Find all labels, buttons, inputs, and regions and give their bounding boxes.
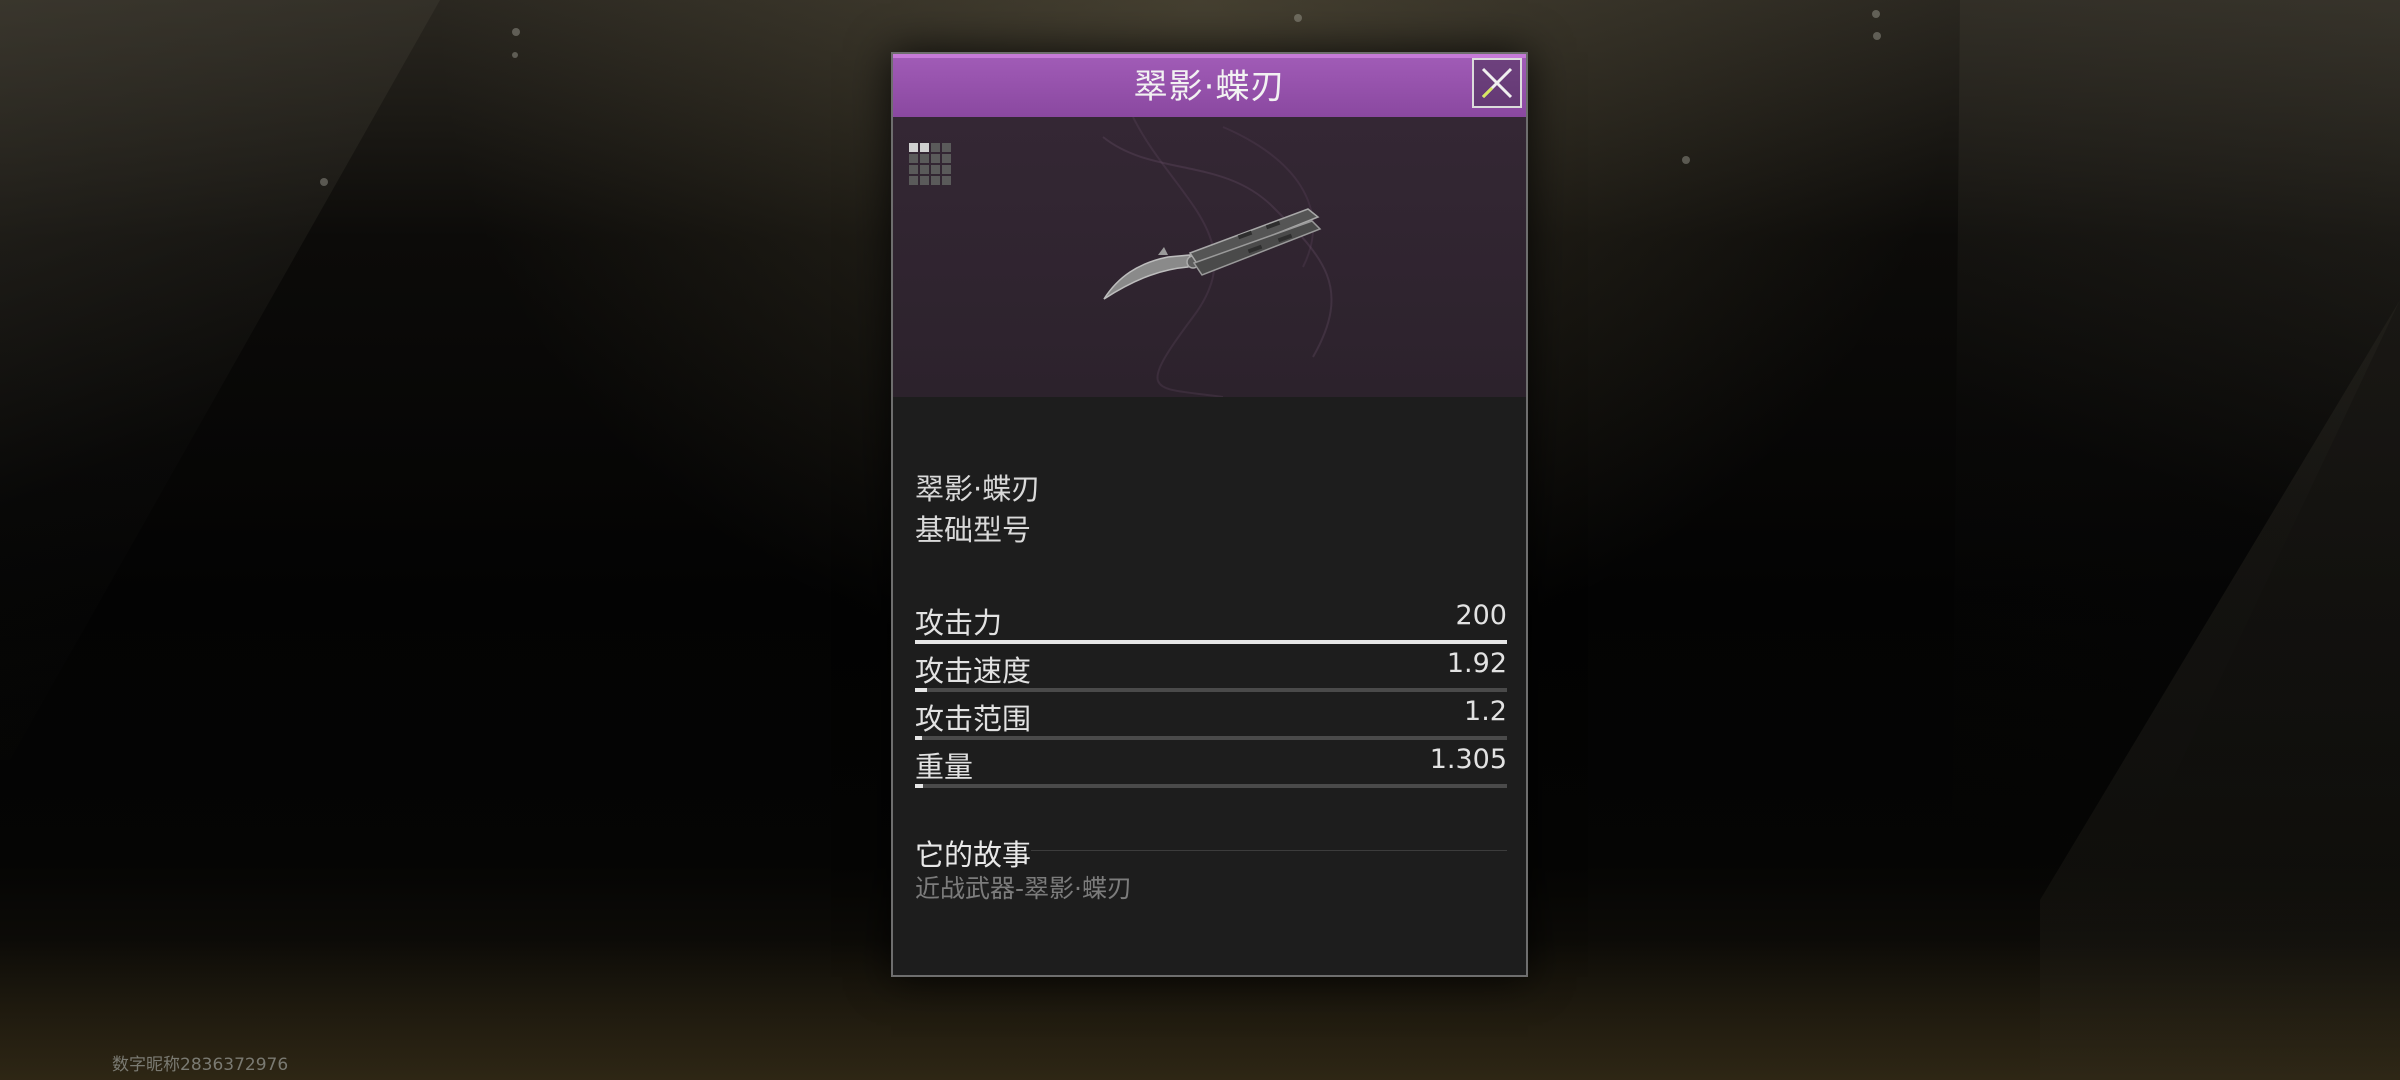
stat-label: 攻击力	[915, 606, 1003, 640]
background-slab-right-lower	[2040, 300, 2400, 1080]
stat-row-attack: 攻击力 200	[915, 600, 1507, 648]
background-dot	[1294, 14, 1302, 22]
story-text: 近战武器-翠影·蝶刃	[915, 874, 1132, 903]
panel-title: 翠影·蝶刃	[1133, 67, 1286, 107]
close-x-icon	[1481, 67, 1513, 99]
background-dot	[320, 178, 328, 186]
weapon-preview	[893, 117, 1526, 397]
stat-value: 1.2	[1464, 696, 1507, 727]
stat-label: 重量	[915, 750, 974, 784]
story-divider	[1031, 850, 1507, 851]
stat-label: 攻击范围	[915, 702, 1032, 736]
story-heading: 它的故事	[915, 838, 1032, 872]
background-slab-left	[0, 0, 440, 760]
stat-label: 攻击速度	[915, 654, 1032, 688]
panel-header: 翠影·蝶刃	[893, 54, 1526, 117]
butterfly-knife-icon	[1103, 208, 1322, 300]
stat-row-weight: 重量 1.305	[915, 744, 1507, 792]
stat-bar-fill	[915, 736, 922, 740]
stat-row-attack-range: 攻击范围 1.2	[915, 696, 1507, 744]
stat-bar-fill	[915, 784, 923, 788]
stat-bar-track	[915, 640, 1507, 644]
item-detail-panel: 翠影·蝶刃 翠影·蝶刃 基础型号 攻击力 200 攻击速度 1.92 攻击范围 …	[891, 52, 1528, 977]
background-slab-right	[1950, 0, 2400, 1080]
stat-row-attack-speed: 攻击速度 1.92	[915, 648, 1507, 696]
stat-bar-track	[915, 784, 1507, 788]
stat-bar-fill	[915, 688, 927, 692]
player-nickname: 数字昵称2836372976	[112, 1055, 289, 1075]
game-scene: 翠影·蝶刃 翠影·蝶刃 基础型号 攻击力 200 攻击速度 1.92 攻击范围 …	[0, 0, 2400, 1080]
stat-bar-track	[915, 688, 1507, 692]
weapon-name: 翠影·蝶刃	[915, 472, 1041, 506]
background-dot	[512, 28, 520, 36]
stat-bar-track	[915, 736, 1507, 740]
inventory-grid-icon	[909, 143, 951, 185]
stat-bar-fill	[915, 640, 1507, 644]
close-button[interactable]	[1472, 58, 1522, 108]
weapon-model: 基础型号	[915, 513, 1032, 547]
stat-value: 1.92	[1446, 648, 1507, 679]
background-dot	[1872, 10, 1880, 18]
background-dot	[1873, 32, 1881, 40]
stat-value: 200	[1455, 600, 1507, 631]
stat-value: 1.305	[1429, 744, 1507, 775]
background-dot	[1682, 156, 1690, 164]
background-dot	[512, 52, 518, 58]
